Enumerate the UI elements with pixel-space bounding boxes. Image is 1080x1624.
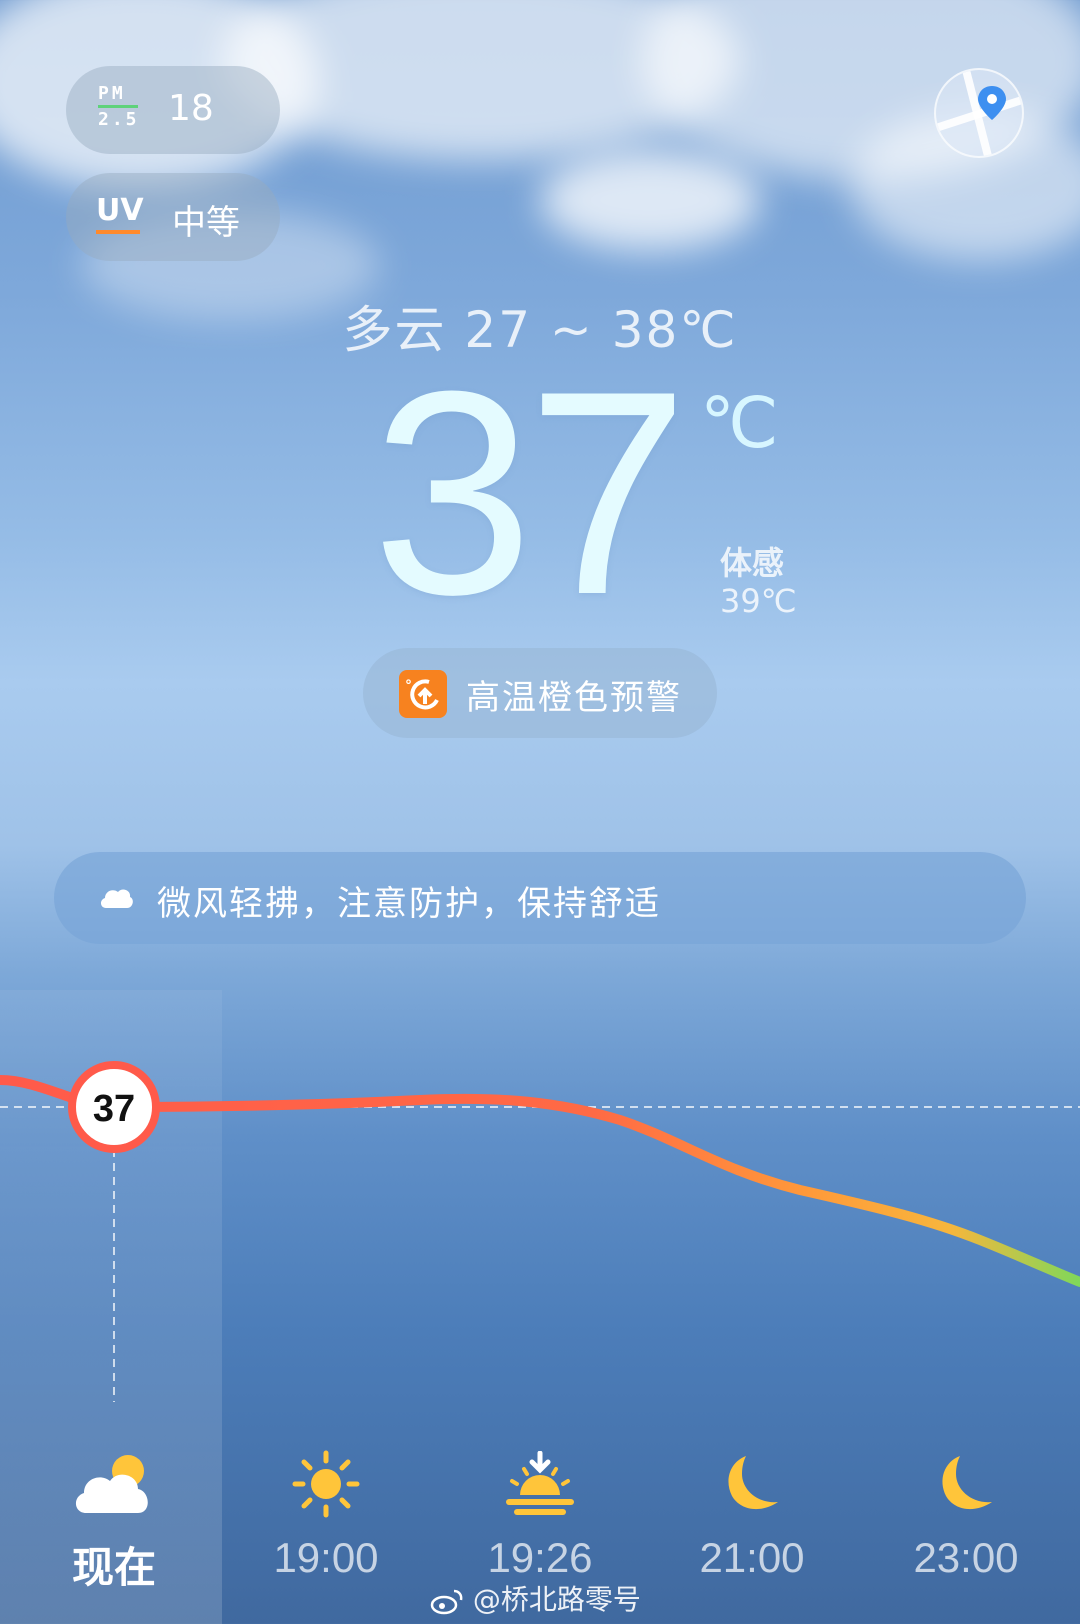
feels-like-value: 39℃ bbox=[720, 582, 797, 620]
uv-level-bar bbox=[96, 230, 140, 234]
hourly-item[interactable]: 19:26 bbox=[440, 1444, 640, 1582]
hourly-item[interactable]: 19:00 bbox=[226, 1444, 426, 1582]
uv-indicator[interactable]: UV 中等 bbox=[66, 173, 280, 261]
pm25-indicator[interactable]: PM 2.5 18 bbox=[66, 66, 280, 154]
uv-label: UV bbox=[96, 193, 144, 234]
hourly-time: 19:26 bbox=[487, 1534, 593, 1581]
hourly-time: 23:00 bbox=[913, 1534, 1019, 1581]
temperature-curve bbox=[0, 1075, 1080, 1287]
feels-like-label: 体感 bbox=[720, 544, 785, 582]
moon-icon bbox=[728, 1456, 778, 1510]
watermark-text: @桥北路零号 bbox=[472, 1583, 641, 1616]
heat-warning-button[interactable]: ° 高温橙色预警 bbox=[363, 648, 717, 738]
weather-tip-text: 微风轻拂，注意防护，保持舒适 bbox=[157, 884, 661, 924]
high-temp-warning-icon: ° bbox=[399, 670, 447, 718]
uv-label-text: UV bbox=[96, 193, 144, 228]
temperature-unit: ℃ bbox=[700, 384, 779, 462]
moon-icon bbox=[942, 1456, 992, 1510]
hourly-item[interactable]: 21:00 bbox=[652, 1444, 852, 1582]
current-temp-marker-label: 37 bbox=[93, 1088, 135, 1130]
pm-level-bar bbox=[98, 105, 138, 108]
pm-label-top: PM bbox=[98, 83, 126, 104]
watermark: @桥北路零号 bbox=[430, 1578, 641, 1618]
sun-icon bbox=[292, 1450, 360, 1518]
cloud-icon bbox=[100, 889, 133, 908]
warning-label: 高温橙色预警 bbox=[466, 678, 682, 718]
pm25-value: 18 bbox=[168, 88, 214, 129]
pm25-label: PM 2.5 bbox=[98, 84, 142, 130]
hourly-item[interactable]: 23:00 bbox=[866, 1444, 1066, 1582]
uv-value: 中等 bbox=[172, 203, 240, 243]
map-pin-icon bbox=[936, 70, 1022, 156]
hourly-time: 21:00 bbox=[699, 1534, 805, 1581]
background-cloud bbox=[540, 150, 760, 250]
map-button[interactable] bbox=[934, 68, 1024, 158]
sunset-icon bbox=[506, 1451, 574, 1515]
hourly-item-now[interactable]: 现在 bbox=[14, 1444, 214, 1595]
weather-tip-banner[interactable]: 微风轻拂，注意防护，保持舒适 bbox=[54, 852, 1026, 944]
partly-cloudy-icon bbox=[75, 1455, 148, 1513]
current-temperature: 37 bbox=[372, 331, 689, 655]
weibo-icon bbox=[430, 1589, 463, 1615]
hourly-temperature-chart: 37 bbox=[0, 1061, 1080, 1402]
hourly-time: 现在 bbox=[71, 1543, 156, 1592]
hourly-time: 19:00 bbox=[273, 1534, 379, 1581]
pm-label-bottom: 2.5 bbox=[98, 109, 140, 130]
